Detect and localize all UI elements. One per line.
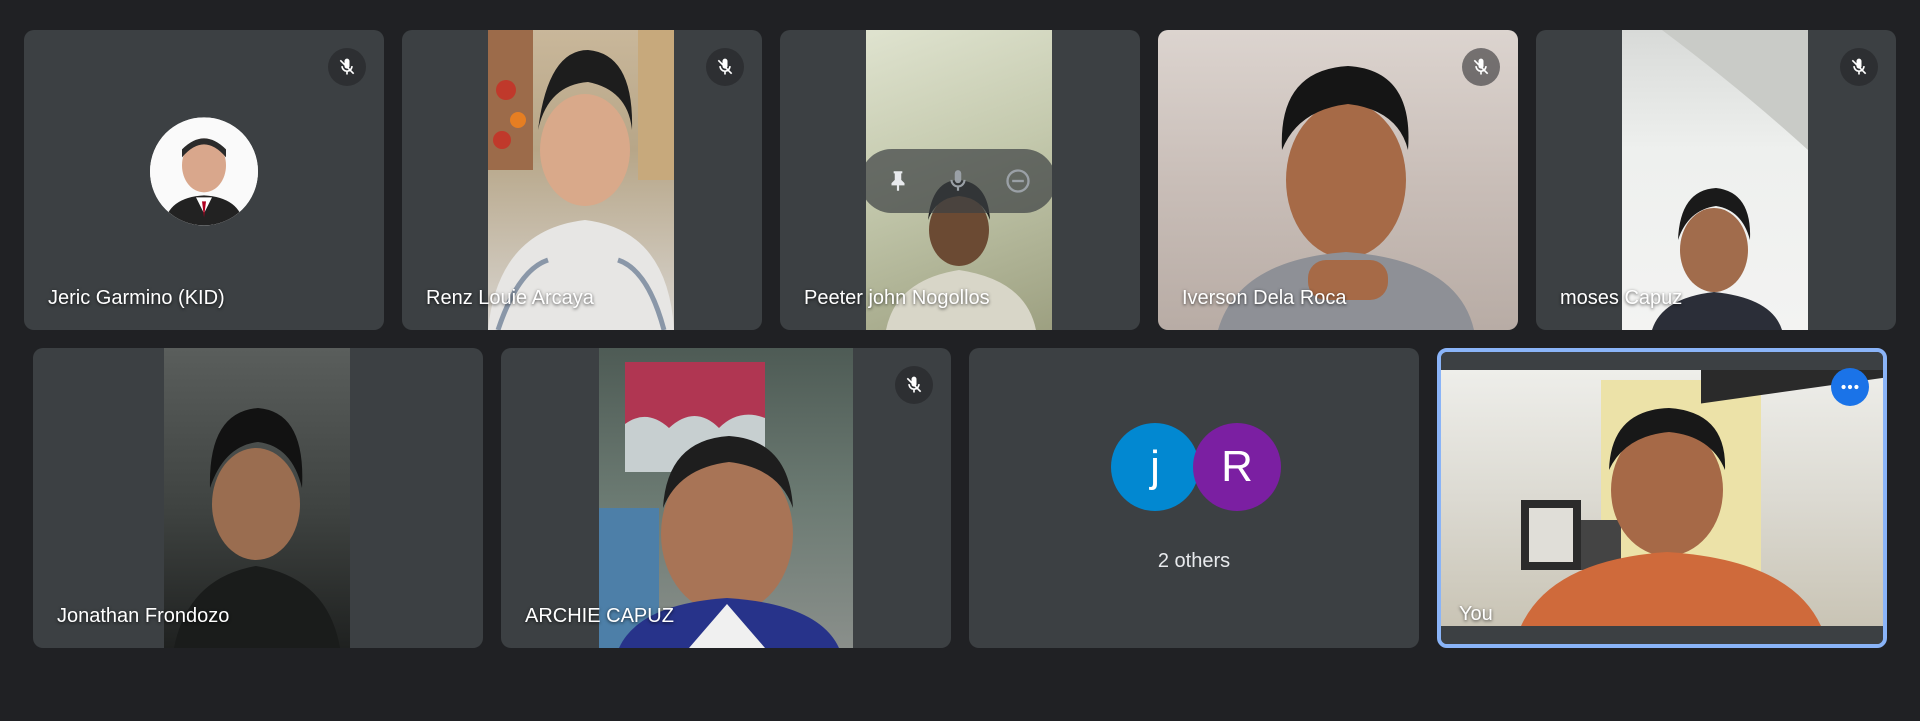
participant-name: Renz Louie Arcaya bbox=[426, 287, 594, 309]
others-avatar-j: j bbox=[1111, 423, 1199, 511]
participant-name: You bbox=[1459, 603, 1493, 625]
participant-name: ARCHIE CAPUZ bbox=[525, 605, 674, 627]
self-tile[interactable]: You bbox=[1437, 348, 1887, 648]
participant-avatar-photo bbox=[150, 117, 258, 226]
mic-off-icon bbox=[1462, 48, 1500, 86]
remove-icon[interactable] bbox=[996, 159, 1040, 203]
participant-video bbox=[488, 30, 674, 330]
participant-tile-peeter[interactable]: Peeter john Nogollos bbox=[780, 30, 1140, 330]
more-options-icon[interactable] bbox=[1831, 368, 1869, 406]
mic-off-icon bbox=[706, 48, 744, 86]
participant-video bbox=[599, 348, 853, 648]
self-video-letterbox-bottom bbox=[1441, 626, 1883, 644]
self-video bbox=[1441, 370, 1883, 626]
participant-tile-jonathan[interactable]: Jonathan Frondozo bbox=[33, 348, 483, 648]
pin-icon[interactable] bbox=[876, 159, 920, 203]
participant-name: Iverson Dela Roca bbox=[1182, 287, 1347, 309]
participant-tile-renz[interactable]: Renz Louie Arcaya bbox=[402, 30, 762, 330]
participant-tile-archie[interactable]: ARCHIE CAPUZ bbox=[501, 348, 951, 648]
participant-tile-iverson[interactable]: Iverson Dela Roca bbox=[1158, 30, 1518, 330]
participant-video bbox=[164, 348, 350, 648]
mic-off-icon bbox=[1840, 48, 1878, 86]
self-video-letterbox-top bbox=[1441, 352, 1883, 370]
mic-icon[interactable] bbox=[936, 159, 980, 203]
others-tile[interactable]: j R 2 others bbox=[969, 348, 1419, 648]
participant-name: Peeter john Nogollos bbox=[804, 287, 990, 309]
participant-name: Jeric Garmino (KID) bbox=[48, 287, 225, 309]
participant-tile-moses[interactable]: moses Capuz bbox=[1536, 30, 1896, 330]
participant-name: Jonathan Frondozo bbox=[57, 605, 230, 627]
participant-video bbox=[1622, 30, 1808, 330]
participant-tile-jeric[interactable]: Jeric Garmino (KID) bbox=[24, 30, 384, 330]
participant-hover-controls bbox=[860, 149, 1056, 213]
mic-off-icon bbox=[328, 48, 366, 86]
mic-off-icon bbox=[895, 366, 933, 404]
others-count-label: 2 others bbox=[1157, 550, 1231, 572]
others-avatar-r: R bbox=[1193, 423, 1281, 511]
participant-name: moses Capuz bbox=[1560, 287, 1683, 309]
